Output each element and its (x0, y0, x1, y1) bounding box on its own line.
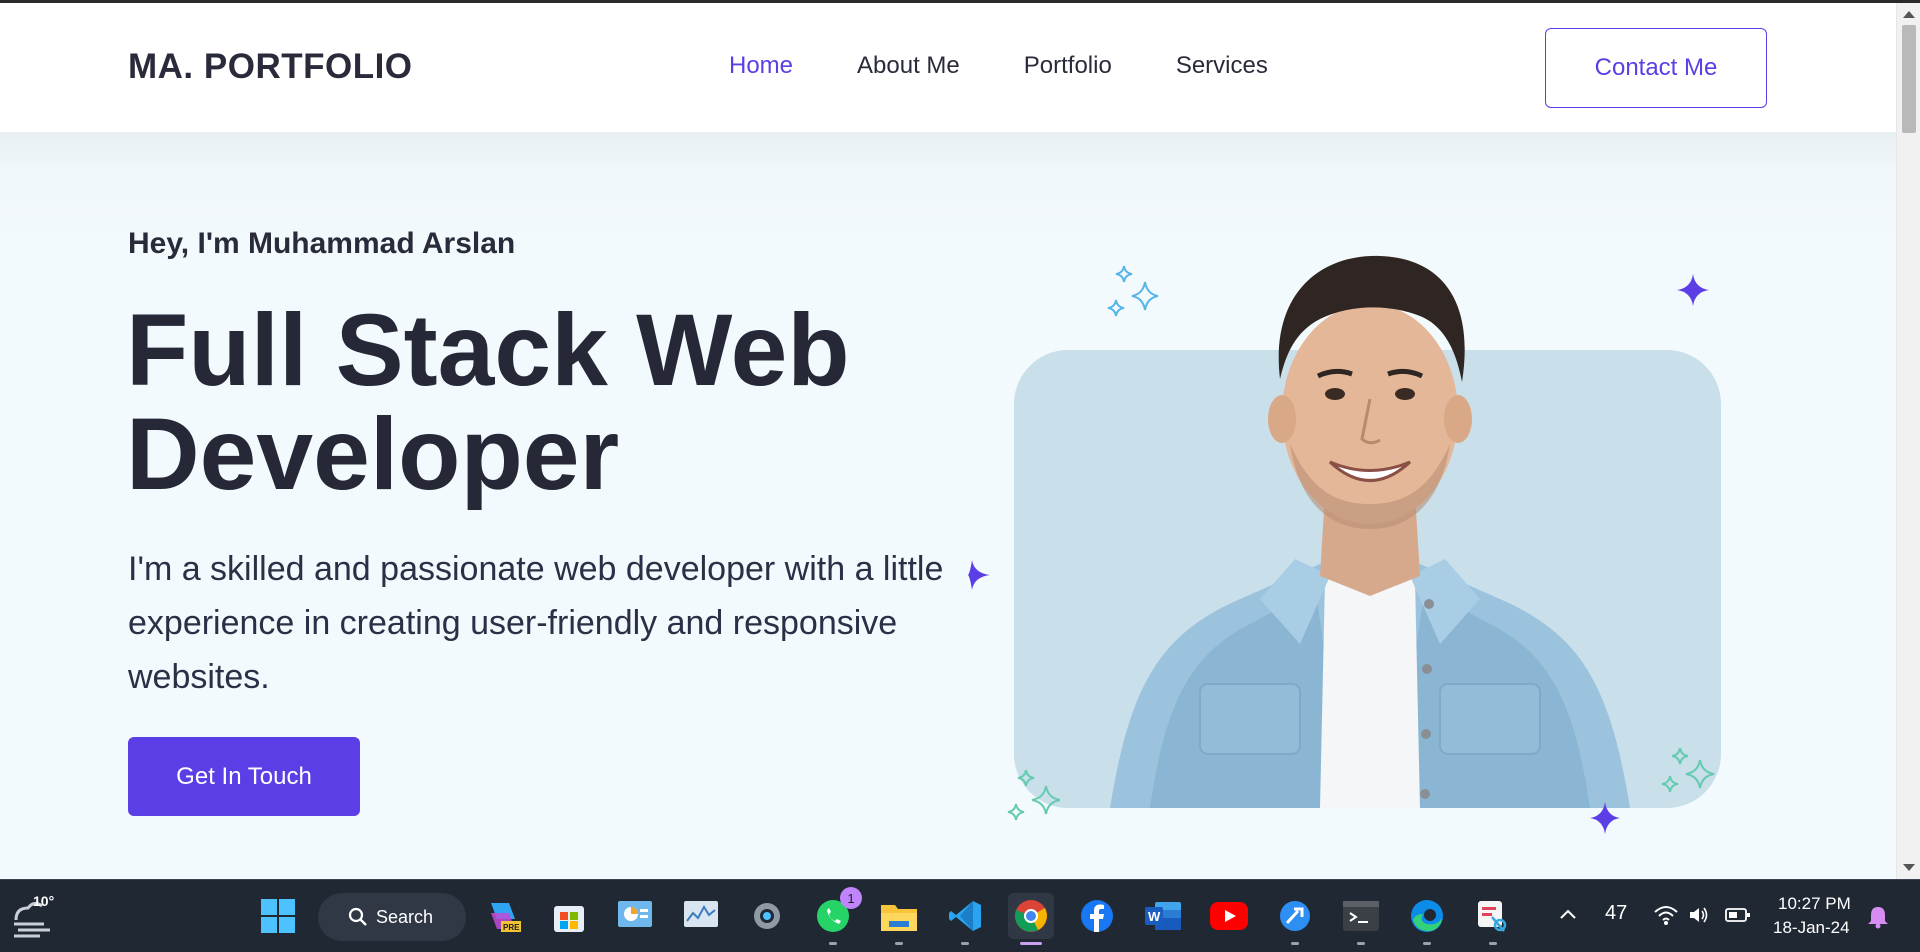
running-indicator (1423, 942, 1431, 945)
hero-greeting: Hey, I'm Muhammad Arslan (128, 227, 516, 260)
weather-temperature: 10° (33, 893, 55, 909)
profile-photo (1110, 255, 1630, 808)
site-navbar: MA. PORTFOLIO Home About Me Portfolio Se… (0, 3, 1896, 132)
resource-monitor-icon[interactable] (678, 893, 724, 939)
sparkle-bottom-right (1590, 802, 1620, 834)
windows-start-icon[interactable] (255, 893, 301, 939)
scroll-thumb[interactable] (1902, 25, 1916, 133)
nav-link-services[interactable]: Services (1176, 52, 1268, 80)
nav-link-portfolio[interactable]: Portfolio (1024, 52, 1112, 80)
scroll-down-arrow-icon[interactable] (1903, 864, 1915, 871)
running-indicator (1291, 942, 1299, 945)
scroll-up-arrow-icon[interactable] (1903, 11, 1915, 18)
control-panel-icon[interactable] (612, 893, 658, 939)
vscode-icon[interactable] (942, 893, 988, 945)
chrome-icon[interactable] (1008, 893, 1054, 945)
feedback-hub-icon[interactable] (1272, 893, 1318, 945)
terminal-icon[interactable] (1338, 893, 1384, 945)
running-indicator (961, 942, 969, 945)
sparkle-top-right (1677, 274, 1709, 306)
settings-gear-icon[interactable] (744, 893, 790, 939)
taskbar-search-button[interactable]: Search (318, 893, 466, 941)
hero-section: Hey, I'm Muhammad Arslan Full Stack Web … (0, 132, 1896, 879)
headline-line-2: Developer (126, 397, 620, 511)
windows-taskbar: 10° Search PRE 1 W 47 10:27 PM 18-Jan-24 (0, 879, 1920, 952)
nav-link-about[interactable]: About Me (857, 52, 960, 80)
page-scrollbar[interactable] (1896, 3, 1920, 879)
running-indicator (895, 942, 903, 945)
search-icon (348, 907, 367, 926)
tray-counter[interactable]: 47 (1605, 902, 1627, 925)
running-indicator (829, 942, 837, 945)
hero-description: I'm a skilled and passionate web develop… (128, 550, 944, 696)
contact-me-button[interactable]: Contact Me (1545, 28, 1767, 108)
notification-bell-icon[interactable] (1867, 905, 1889, 929)
copilot-icon[interactable]: PRE (480, 893, 526, 939)
search-label: Search (376, 906, 434, 927)
headline-line-1: Full Stack Web (126, 293, 850, 407)
running-indicator (1357, 942, 1365, 945)
clock-date[interactable]: 18-Jan-24 (1773, 918, 1850, 938)
sparkle-cluster-bottom-left (1007, 770, 1061, 821)
svg-text:PRE: PRE (503, 923, 520, 932)
microsoft-word-icon[interactable]: W (1140, 893, 1186, 939)
edge-icon[interactable] (1404, 893, 1450, 945)
battery-icon[interactable] (1725, 907, 1751, 923)
get-in-touch-button[interactable]: Get In Touch (128, 737, 360, 816)
show-hidden-icons-chevron-icon[interactable] (1559, 908, 1577, 920)
facebook-icon[interactable] (1074, 893, 1120, 939)
active-indicator (1020, 942, 1042, 945)
sparkle-cluster-bottom-right (1661, 748, 1715, 793)
sparkle-cluster-top-left (1107, 265, 1159, 317)
wifi-icon[interactable] (1653, 904, 1679, 926)
snipping-tool-icon[interactable] (1470, 893, 1516, 945)
running-indicator (1489, 942, 1497, 945)
whatsapp-icon[interactable]: 1 (810, 887, 862, 945)
svg-text:W: W (1148, 909, 1161, 924)
whatsapp-notification-badge: 1 (840, 887, 862, 909)
file-explorer-icon[interactable] (876, 893, 922, 945)
sparkle-middle-left (968, 560, 990, 590)
youtube-icon[interactable] (1206, 893, 1252, 939)
hero-headline: Full Stack Web Developer (126, 298, 906, 506)
clock-time[interactable]: 10:27 PM (1778, 894, 1851, 914)
microsoft-store-icon[interactable] (546, 893, 592, 939)
brand-logo[interactable]: MA. PORTFOLIO (128, 47, 413, 87)
main-nav: Home About Me Portfolio Services (729, 52, 1332, 80)
volume-icon[interactable] (1688, 905, 1710, 925)
nav-link-home[interactable]: Home (729, 52, 793, 80)
